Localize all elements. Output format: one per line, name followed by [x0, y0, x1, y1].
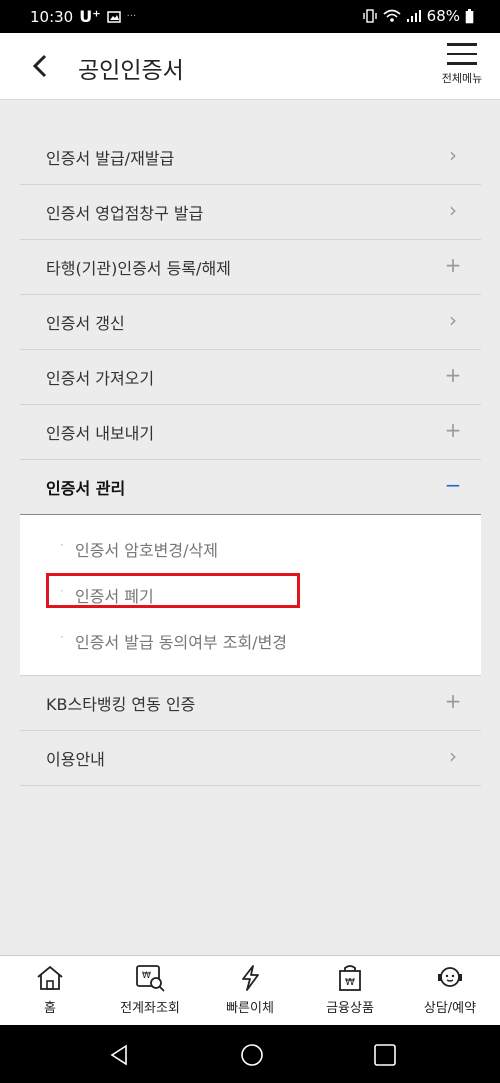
- app-header: 공인인증서 전체메뉴: [0, 33, 500, 100]
- square-recents-icon: [374, 1044, 396, 1066]
- nav-recents-button[interactable]: [373, 1043, 397, 1067]
- menu-item-label: 인증서 영업점창구 발급: [46, 204, 204, 223]
- menu-item-label: 인증서 갱신: [46, 314, 125, 333]
- image-notification-icon: [106, 10, 121, 23]
- svg-text:₩: ₩: [345, 977, 355, 988]
- tab-label: 전계좌조회: [120, 1001, 180, 1016]
- content-area: 인증서 발급/재발급 › 인증서 영업점창구 발급 › 타행(기관)인증서 등록…: [0, 100, 500, 955]
- tab-label: 금융상품: [326, 1001, 374, 1016]
- svg-text:₩: ₩: [142, 971, 151, 981]
- plus-icon: +: [444, 363, 462, 387]
- circle-home-icon: [241, 1044, 263, 1066]
- menu-item-guide[interactable]: 이용안내 ›: [20, 731, 481, 786]
- menu-item-kb-link[interactable]: KB스타뱅킹 연동 인증 +: [20, 676, 481, 731]
- nav-home-button[interactable]: [240, 1043, 264, 1067]
- chevron-right-icon: ›: [449, 143, 457, 167]
- battery-percent: 68%: [426, 7, 460, 25]
- more-notifications-icon: ···: [126, 11, 137, 22]
- account-search-icon: ₩: [136, 965, 165, 992]
- menu-item-label: 타행(기관)인증서 등록/해제: [46, 259, 231, 278]
- bullet-icon: ·: [60, 630, 64, 644]
- submenu-item-label: 인증서 암호변경/삭제: [75, 541, 218, 560]
- submenu: · 인증서 암호변경/삭제 · 인증서 폐기 · 인증서 발급 동의여부 조회/…: [20, 515, 481, 676]
- bullet-icon: ·: [60, 584, 64, 598]
- status-bar: 10:30 U⁺ ··· 68%: [0, 0, 500, 33]
- menu-item-label: 인증서 내보내기: [46, 424, 155, 443]
- menu-item-label: 인증서 가져오기: [46, 369, 155, 388]
- triangle-back-icon: [110, 1044, 127, 1066]
- submenu-item-change-password[interactable]: · 인증서 암호변경/삭제: [20, 525, 481, 571]
- chevron-right-icon: ›: [449, 744, 457, 768]
- menu-item-label: 인증서 발급/재발급: [46, 149, 175, 168]
- submenu-item-revoke[interactable]: · 인증서 폐기: [20, 571, 481, 617]
- chevron-right-icon: ›: [449, 198, 457, 222]
- tab-home[interactable]: 홈: [0, 956, 100, 1026]
- battery-icon: [465, 8, 474, 23]
- full-menu-label: 전체메뉴: [441, 71, 483, 85]
- headset-icon: [438, 967, 462, 987]
- wifi-icon: [383, 9, 401, 22]
- shopping-bag-icon: ₩: [339, 965, 361, 991]
- menu-item-label: KB스타뱅킹 연동 인증: [46, 695, 196, 714]
- tab-quick-transfer[interactable]: 빠른이체: [200, 956, 300, 1026]
- menu-item-branch-issue[interactable]: 인증서 영업점창구 발급 ›: [20, 185, 481, 240]
- plus-icon: +: [444, 253, 462, 277]
- page-title: 공인인증서: [78, 58, 184, 84]
- certificate-menu-list: 인증서 발급/재발급 › 인증서 영업점창구 발급 › 타행(기관)인증서 등록…: [20, 130, 481, 786]
- menu-item-issue[interactable]: 인증서 발급/재발급 ›: [20, 130, 481, 185]
- menu-item-label: 인증서 관리: [46, 479, 126, 498]
- home-icon: [37, 965, 63, 990]
- tab-consultation[interactable]: 상담/예약: [400, 956, 500, 1026]
- plus-icon: +: [444, 418, 462, 442]
- minus-icon: −: [444, 473, 462, 497]
- back-button[interactable]: [26, 51, 56, 81]
- menu-item-import[interactable]: 인증서 가져오기 +: [20, 350, 481, 405]
- menu-item-manage[interactable]: 인증서 관리 −: [20, 460, 481, 515]
- vibrate-icon: [362, 9, 377, 23]
- lightning-icon: [242, 965, 259, 991]
- hamburger-icon: [447, 43, 477, 65]
- chevron-left-icon: [32, 54, 47, 78]
- menu-item-label: 이용안내: [46, 750, 105, 769]
- submenu-item-label: 인증서 발급 동의여부 조회/변경: [75, 633, 288, 652]
- submenu-item-label: 인증서 폐기: [75, 587, 154, 606]
- chevron-right-icon: ›: [449, 308, 457, 332]
- tab-financial-products[interactable]: ₩ 금융상품: [300, 956, 400, 1026]
- carrier-logo: U⁺: [79, 7, 101, 26]
- bullet-icon: ·: [60, 538, 64, 552]
- bottom-tab-bar: 홈 ₩ 전계좌조회 빠른이체 ₩ 금융상품 상담/예약: [0, 955, 500, 1026]
- tab-label: 상담/예약: [423, 1001, 477, 1016]
- full-menu-button[interactable]: 전체메뉴: [436, 43, 488, 95]
- menu-item-renew[interactable]: 인증서 갱신 ›: [20, 295, 481, 350]
- tab-label: 빠른이체: [226, 1001, 274, 1016]
- plus-icon: +: [444, 689, 462, 713]
- tab-all-accounts[interactable]: ₩ 전계좌조회: [100, 956, 200, 1026]
- clock: 10:30: [30, 7, 74, 26]
- tab-label: 홈: [44, 1001, 56, 1016]
- nav-back-button[interactable]: [107, 1043, 131, 1067]
- system-navigation-bar: [0, 1025, 500, 1083]
- menu-item-export[interactable]: 인증서 내보내기 +: [20, 405, 481, 460]
- submenu-item-consent[interactable]: · 인증서 발급 동의여부 조회/변경: [20, 617, 481, 663]
- menu-item-other-bank[interactable]: 타행(기관)인증서 등록/해제 +: [20, 240, 481, 295]
- signal-icon: [406, 10, 421, 22]
